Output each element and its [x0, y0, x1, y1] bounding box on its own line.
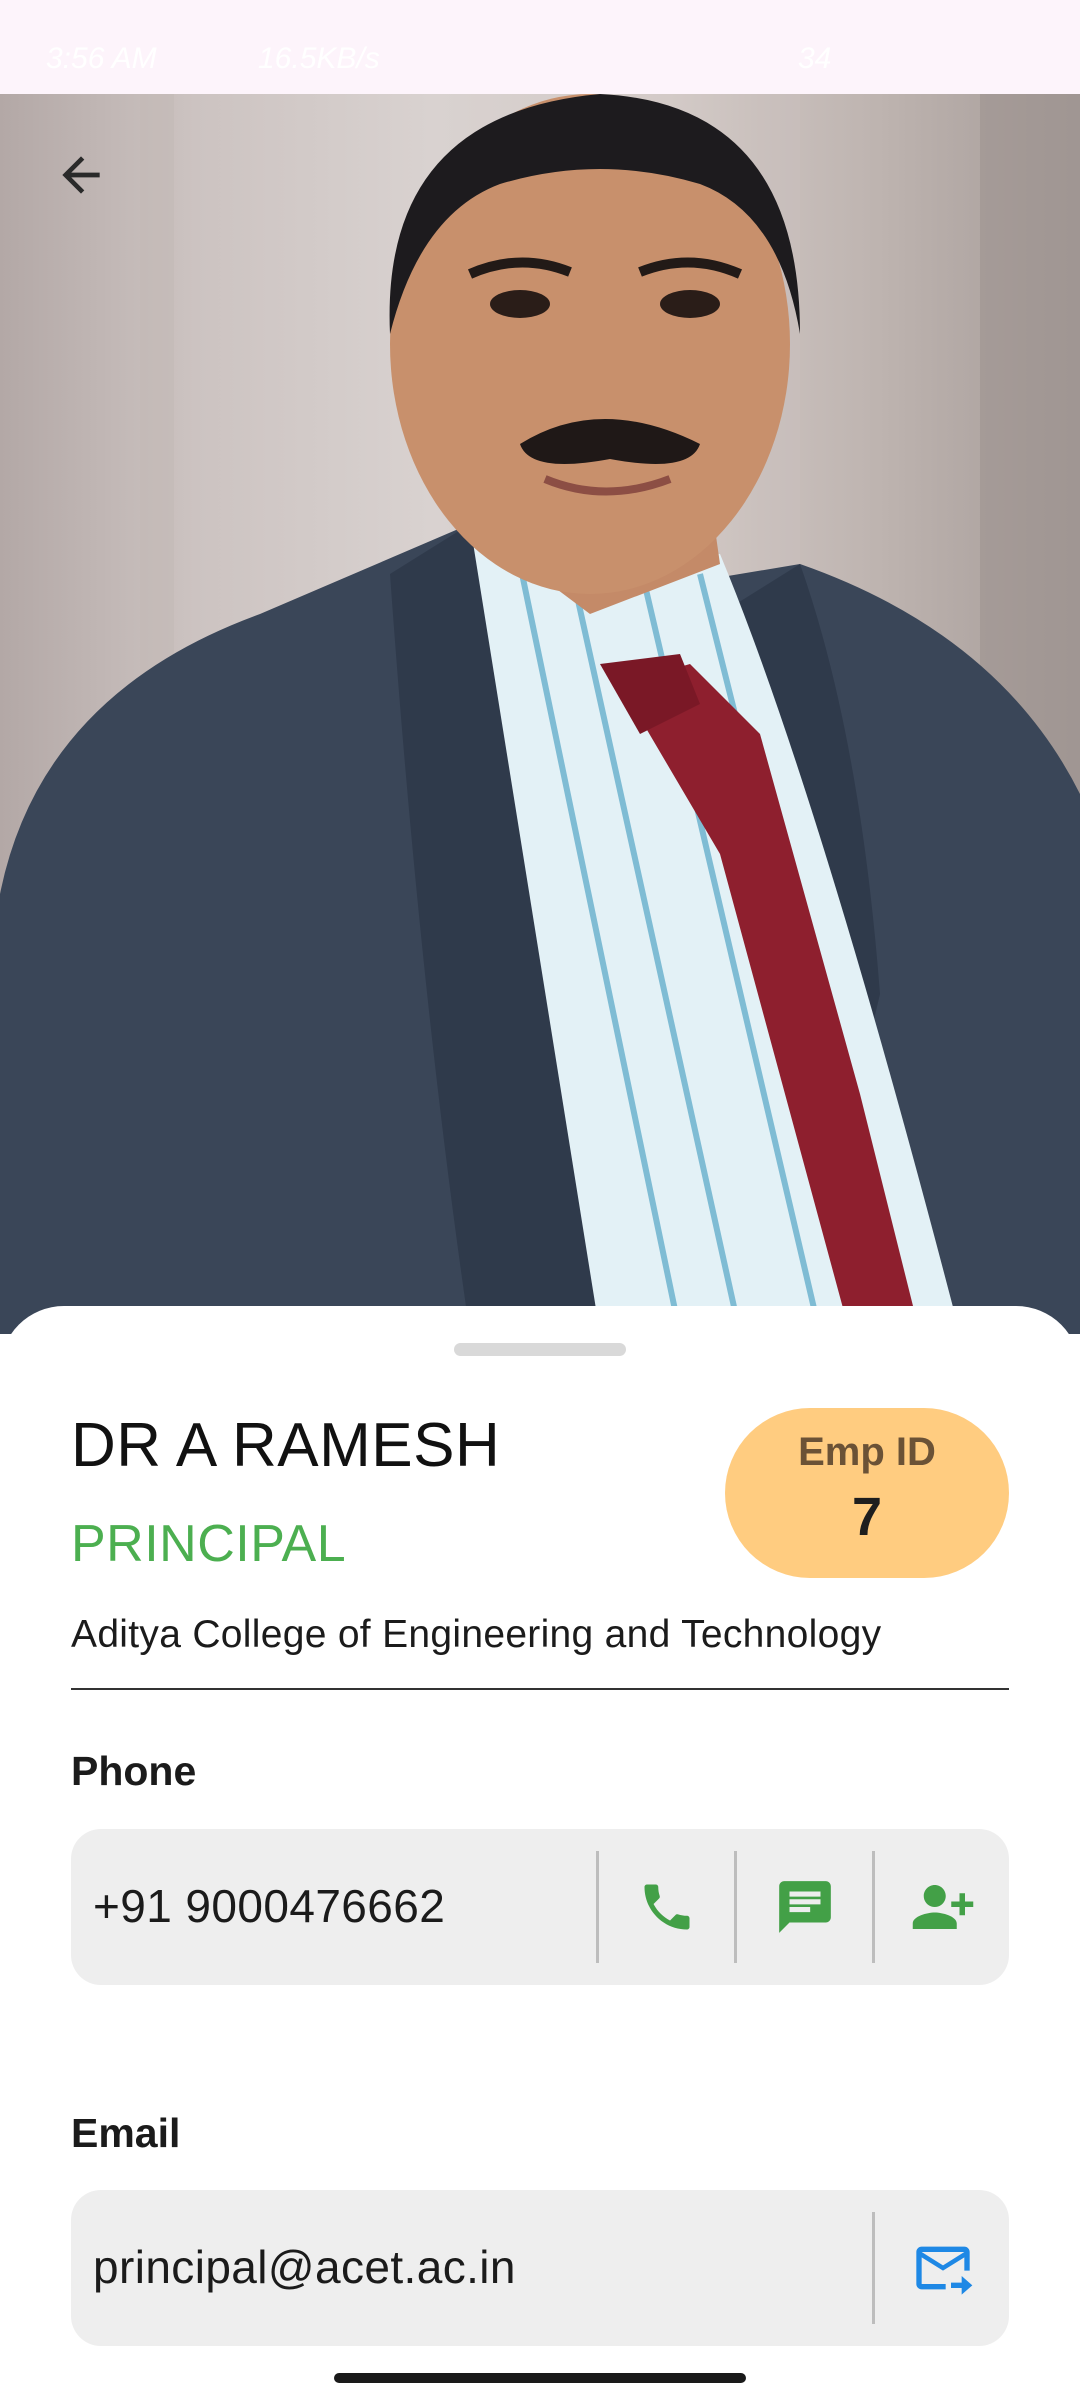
network-speed: 16.5KB/s	[258, 42, 380, 75]
phone-number[interactable]: +91 9000476662	[93, 1879, 445, 1933]
status-bar: 3:56 AM 16.5KB/s 34	[0, 0, 1080, 94]
email-field: principal@acet.ac.in	[71, 2190, 1009, 2346]
profile-photo	[0, 94, 1080, 1334]
call-button[interactable]	[599, 1829, 735, 1985]
email-address[interactable]: principal@acet.ac.in	[93, 2240, 516, 2294]
sheet-drag-handle[interactable]	[454, 1343, 626, 1356]
college-name: Aditya College of Engineering and Techno…	[71, 1613, 882, 1656]
emp-id-value: 7	[851, 1487, 883, 1547]
email-label: Email	[71, 2110, 181, 2156]
divider	[71, 1688, 1009, 1690]
emp-id-badge: Emp ID 7	[725, 1408, 1009, 1578]
add-contact-icon	[912, 1885, 974, 1929]
status-time: 3:56 AM	[46, 42, 157, 75]
forward-email-icon	[916, 2246, 973, 2295]
send-email-button[interactable]	[875, 2190, 1011, 2346]
employee-name: DR A RAMESH	[71, 1411, 501, 1480]
employee-designation: PRINCIPAL	[71, 1515, 347, 1573]
phone-label: Phone	[71, 1748, 197, 1794]
message-icon	[779, 1881, 831, 1933]
phone-icon	[644, 1884, 690, 1930]
back-button[interactable]	[40, 134, 122, 216]
phone-field: +91 9000476662	[71, 1829, 1009, 1985]
message-button[interactable]	[737, 1829, 873, 1985]
arrow-back-icon	[62, 156, 100, 194]
battery-level: 34	[798, 42, 832, 75]
home-indicator[interactable]	[334, 2373, 746, 2383]
add-contact-button[interactable]	[875, 1829, 1011, 1985]
emp-id-label: Emp ID	[798, 1430, 936, 1474]
